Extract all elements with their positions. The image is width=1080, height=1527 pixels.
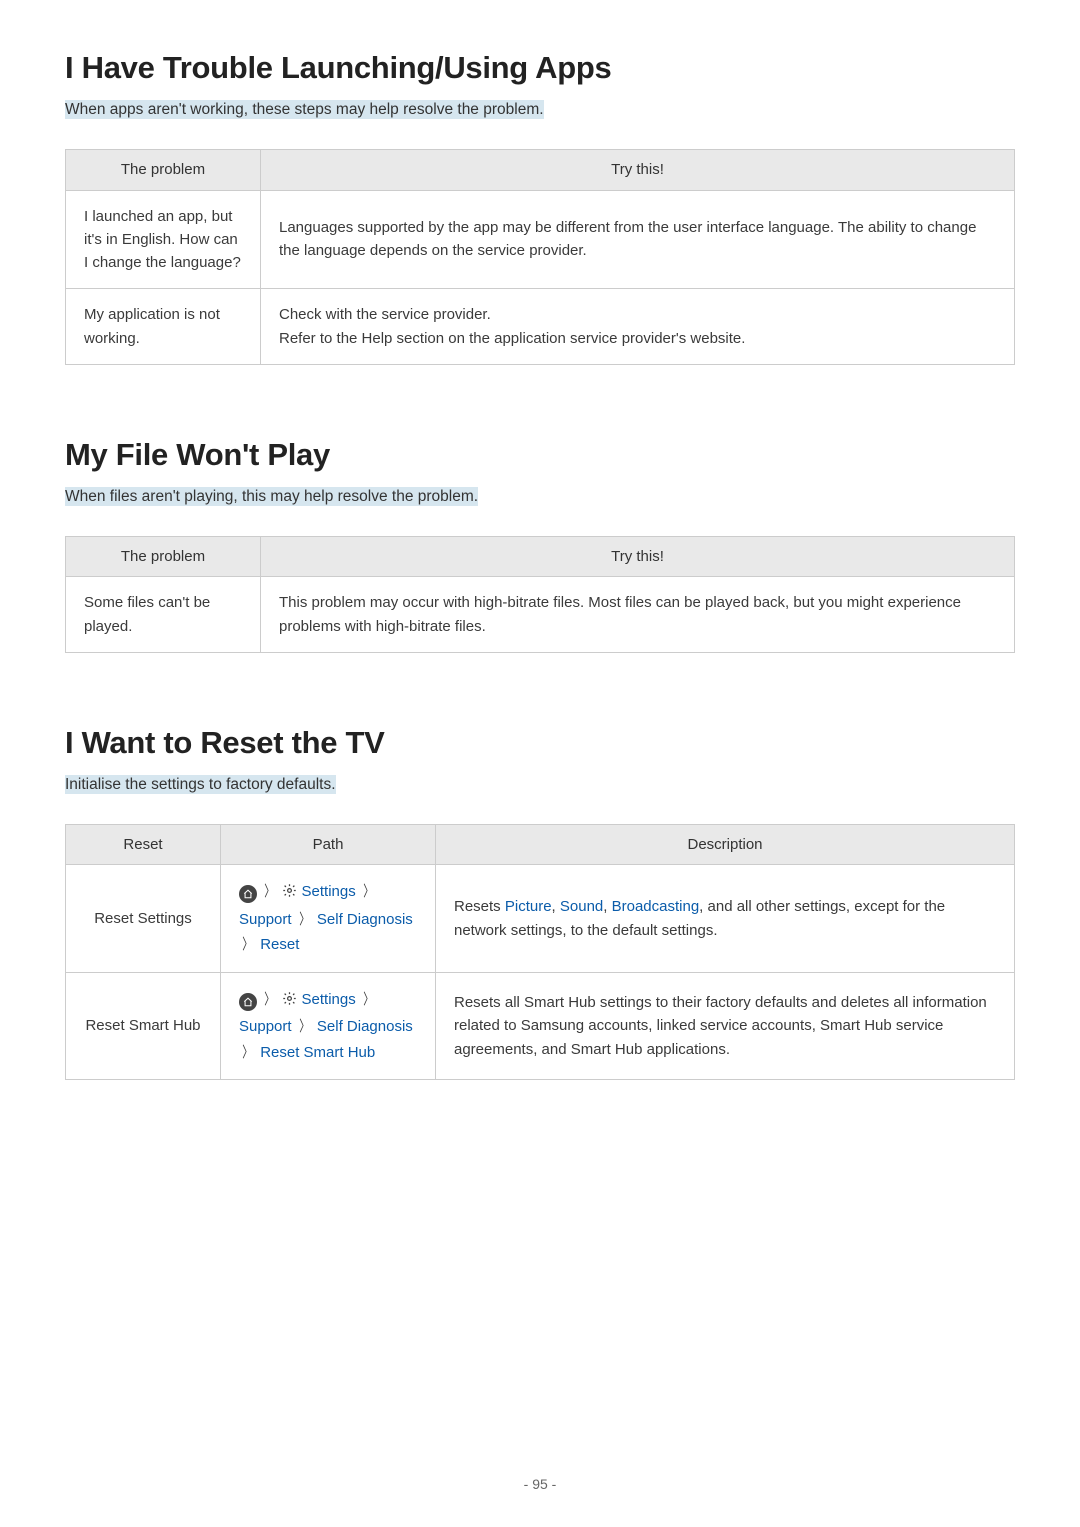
section-title-file: My File Won't Play bbox=[65, 437, 1015, 473]
cell-reset-name: Reset Settings bbox=[66, 865, 221, 973]
th-reset: Reset bbox=[66, 825, 221, 865]
link-sound: Sound bbox=[560, 898, 603, 915]
section-subtitle-reset: Initialise the settings to factory defau… bbox=[65, 775, 336, 794]
th-try: Try this! bbox=[261, 537, 1015, 577]
cell-reset-name: Reset Smart Hub bbox=[66, 972, 221, 1080]
th-problem: The problem bbox=[66, 150, 261, 190]
gear-icon bbox=[282, 881, 297, 907]
home-icon bbox=[239, 993, 257, 1011]
link-picture: Picture bbox=[505, 898, 552, 915]
gear-icon bbox=[282, 989, 297, 1015]
page-number: - 95 - bbox=[0, 1476, 1080, 1492]
path-self-diagnosis: Self Diagnosis bbox=[317, 911, 413, 928]
path-settings: Settings bbox=[302, 883, 356, 900]
chevron-right-icon: 〉 bbox=[298, 907, 310, 933]
table-row: I launched an app, but it's in English. … bbox=[66, 190, 1015, 289]
th-problem: The problem bbox=[66, 537, 261, 577]
chevron-right-icon: 〉 bbox=[362, 987, 374, 1013]
cell-path: 〉 Settings 〉 Support 〉 Self Diagnosis 〉 … bbox=[221, 865, 436, 973]
section-reset: I Want to Reset the TV Initialise the se… bbox=[65, 725, 1015, 1081]
section-subtitle-file: When files aren't playing, this may help… bbox=[65, 487, 478, 506]
chevron-right-icon: 〉 bbox=[298, 1014, 310, 1040]
table-apps: The problem Try this! I launched an app,… bbox=[65, 149, 1015, 365]
th-try: Try this! bbox=[261, 150, 1015, 190]
home-icon bbox=[239, 885, 257, 903]
cell-try: Languages supported by the app may be di… bbox=[261, 190, 1015, 289]
table-row: My application is not working. Check wit… bbox=[66, 289, 1015, 365]
chevron-right-icon: 〉 bbox=[242, 1040, 254, 1066]
th-desc: Description bbox=[436, 825, 1015, 865]
table-row: Reset Settings 〉 Settings 〉 Support 〉 Se… bbox=[66, 865, 1015, 973]
table-row: Reset Smart Hub 〉 Settings 〉 Support 〉 S… bbox=[66, 972, 1015, 1080]
cell-try: This problem may occur with high-bitrate… bbox=[261, 577, 1015, 653]
path-settings: Settings bbox=[302, 991, 356, 1008]
th-path: Path bbox=[221, 825, 436, 865]
chevron-right-icon: 〉 bbox=[264, 879, 276, 905]
section-apps: I Have Trouble Launching/Using Apps When… bbox=[65, 50, 1015, 365]
link-broadcasting: Broadcasting bbox=[612, 898, 700, 915]
path-leaf: Reset bbox=[260, 936, 299, 953]
path-support: Support bbox=[239, 911, 292, 928]
section-file: My File Won't Play When files aren't pla… bbox=[65, 437, 1015, 653]
path-support: Support bbox=[239, 1018, 292, 1035]
table-row: Some files can't be played. This problem… bbox=[66, 577, 1015, 653]
chevron-right-icon: 〉 bbox=[242, 932, 254, 958]
table-reset: Reset Path Description Reset Settings 〉 … bbox=[65, 824, 1015, 1080]
section-title-apps: I Have Trouble Launching/Using Apps bbox=[65, 50, 1015, 86]
cell-problem: Some files can't be played. bbox=[66, 577, 261, 653]
cell-desc: Resets Picture, Sound, Broadcasting, and… bbox=[436, 865, 1015, 973]
cell-problem: I launched an app, but it's in English. … bbox=[66, 190, 261, 289]
cell-try: Check with the service provider.Refer to… bbox=[261, 289, 1015, 365]
path-self-diagnosis: Self Diagnosis bbox=[317, 1018, 413, 1035]
section-subtitle-apps: When apps aren't working, these steps ma… bbox=[65, 100, 544, 119]
path-leaf: Reset Smart Hub bbox=[260, 1044, 375, 1061]
section-title-reset: I Want to Reset the TV bbox=[65, 725, 1015, 761]
cell-path: 〉 Settings 〉 Support 〉 Self Diagnosis 〉 … bbox=[221, 972, 436, 1080]
chevron-right-icon: 〉 bbox=[362, 879, 374, 905]
cell-desc: Resets all Smart Hub settings to their f… bbox=[436, 972, 1015, 1080]
cell-problem: My application is not working. bbox=[66, 289, 261, 365]
table-file: The problem Try this! Some files can't b… bbox=[65, 536, 1015, 653]
chevron-right-icon: 〉 bbox=[264, 987, 276, 1013]
